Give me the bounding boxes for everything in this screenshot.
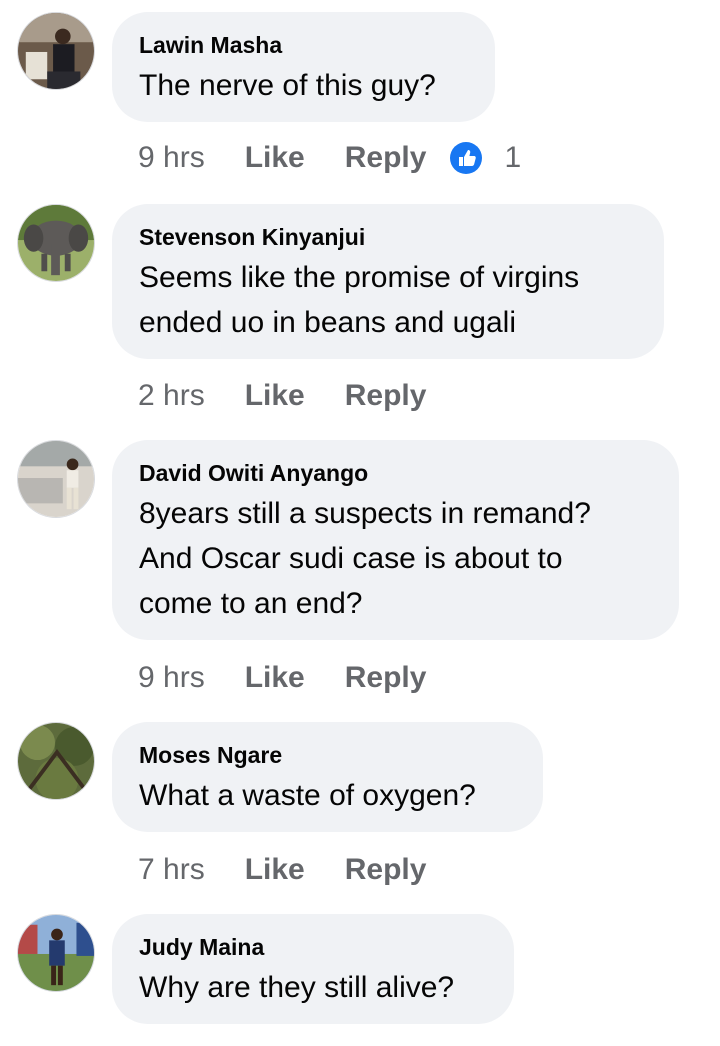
comment-text-line: 8years still a suspects in remand? xyxy=(139,497,591,530)
comment-timestamp[interactable]: 7 hrs xyxy=(138,853,205,887)
reaction-count: 1 xyxy=(504,141,522,174)
comment-timestamp[interactable]: 9 hrs xyxy=(138,141,205,175)
comment-author[interactable]: Judy Maina xyxy=(139,932,488,962)
comment-bubble: Lawin Masha The nerve of this guy? xyxy=(112,12,495,122)
comment-bubble: Judy Maina Why are they still alive? xyxy=(112,914,514,1024)
like-button[interactable]: Like xyxy=(245,661,305,695)
comment-text: The nerve of this guy? xyxy=(139,69,436,102)
like-button[interactable]: Like xyxy=(245,853,305,887)
avatar[interactable] xyxy=(17,12,95,90)
like-thumb-icon xyxy=(450,142,483,174)
comment-author[interactable]: Moses Ngare xyxy=(139,740,517,770)
comment-text: Why are they still alive? xyxy=(139,971,455,1004)
comment-actions: 7 hrs Like Reply xyxy=(138,850,426,890)
reply-button[interactable]: Reply xyxy=(345,379,427,413)
avatar[interactable] xyxy=(17,204,95,282)
like-button[interactable]: Like xyxy=(245,141,305,175)
comment-text-line: Seems like the promise of virgins xyxy=(139,261,580,294)
reply-button[interactable]: Reply xyxy=(345,141,427,175)
reply-button[interactable]: Reply xyxy=(345,661,427,695)
comment-text-line: ended uo in beans and ugali xyxy=(139,306,516,339)
comment-text-line: And Oscar sudi case is about to xyxy=(139,542,563,575)
avatar[interactable] xyxy=(17,440,95,518)
comment-actions: 9 hrs Like Reply 1 xyxy=(138,138,521,178)
comment-bubble: Stevenson Kinyanjui Seems like the promi… xyxy=(112,204,664,359)
reply-button[interactable]: Reply xyxy=(345,853,427,887)
comment-timestamp[interactable]: 9 hrs xyxy=(138,661,205,695)
comment-text-line: come to an end? xyxy=(139,587,363,620)
comment-bubble: Moses Ngare What a waste of oxygen? xyxy=(112,722,543,832)
avatar[interactable] xyxy=(17,722,95,800)
comment-timestamp[interactable]: 2 hrs xyxy=(138,379,205,413)
like-button[interactable]: Like xyxy=(245,379,305,413)
comment-author[interactable]: David Owiti Anyango xyxy=(139,458,653,488)
comment-author[interactable]: Stevenson Kinyanjui xyxy=(139,222,638,252)
comment-text: What a waste of oxygen? xyxy=(139,779,476,812)
comment-actions: 2 hrs Like Reply xyxy=(138,376,426,416)
reaction-summary[interactable]: 1 xyxy=(450,141,521,175)
comment-actions: 9 hrs Like Reply xyxy=(138,658,426,698)
comment-bubble: David Owiti Anyango 8years still a suspe… xyxy=(112,440,679,640)
comment-author[interactable]: Lawin Masha xyxy=(139,30,469,60)
avatar[interactable] xyxy=(17,914,95,992)
